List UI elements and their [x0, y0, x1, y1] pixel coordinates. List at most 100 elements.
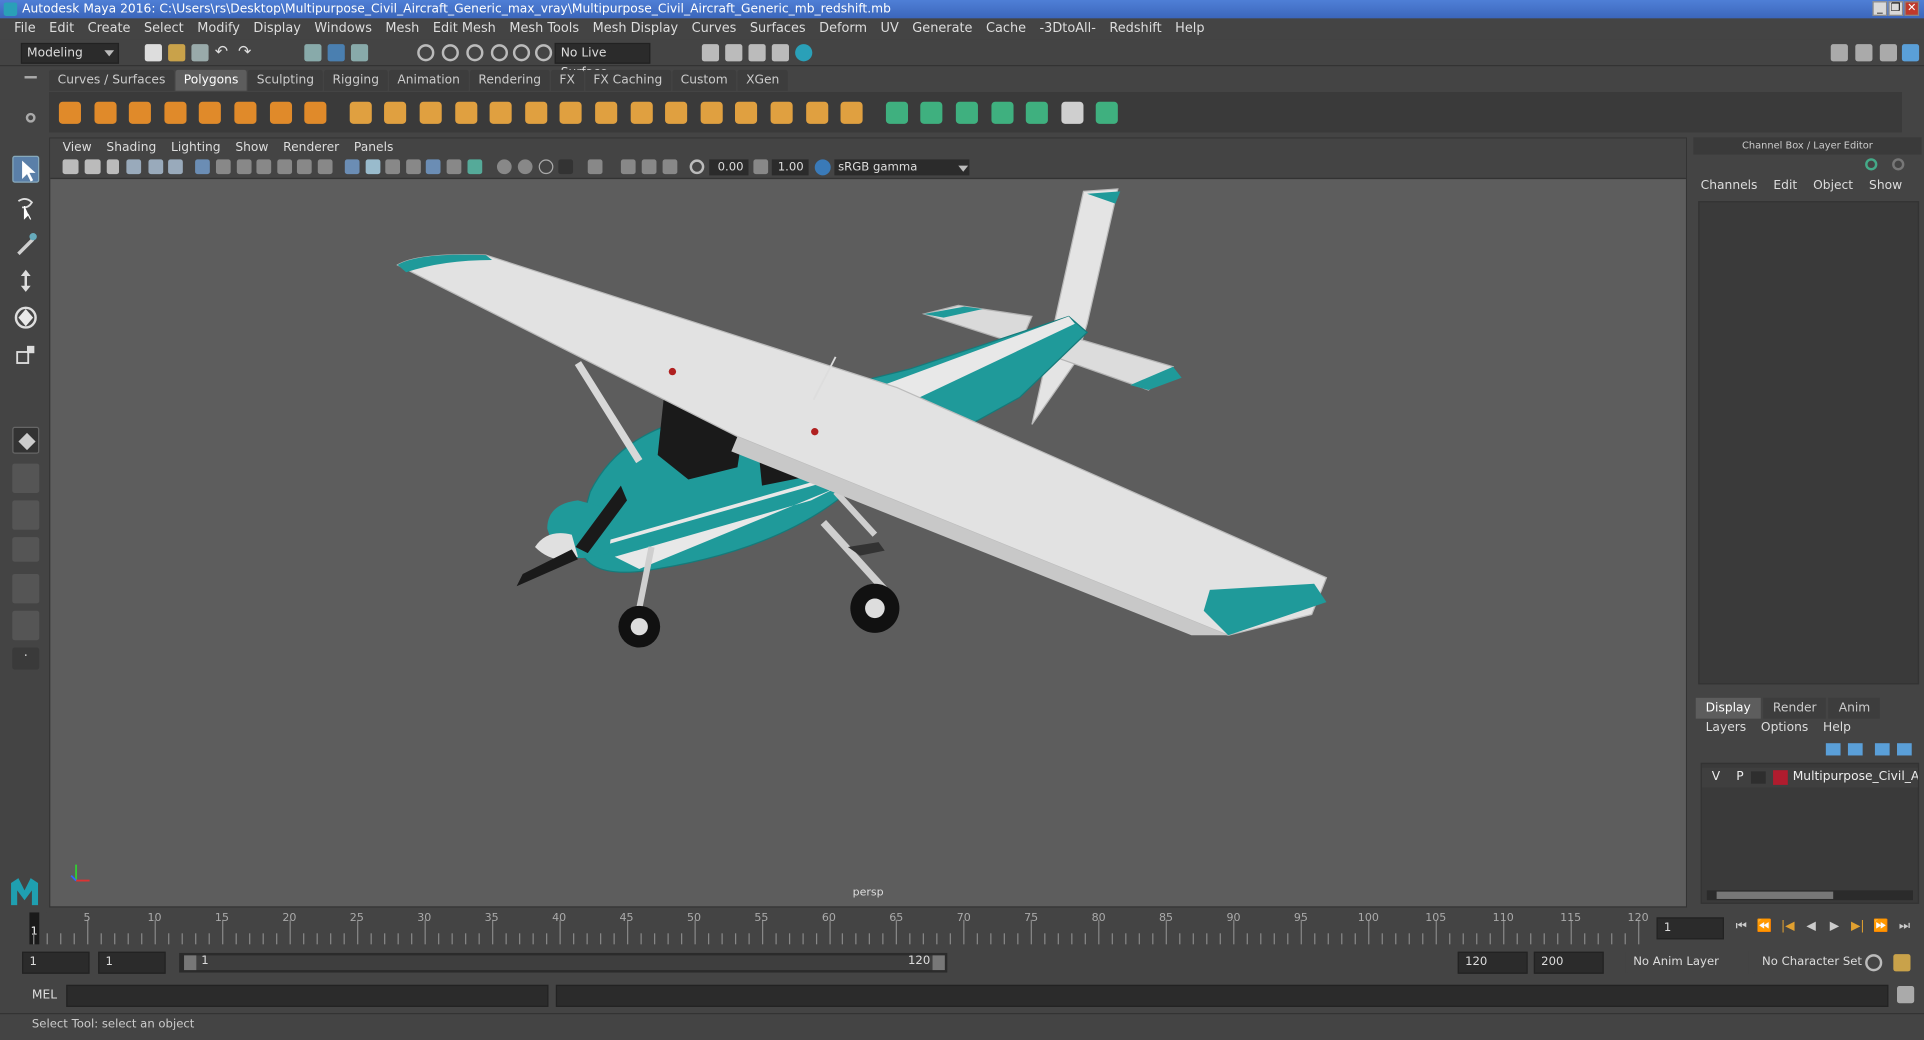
command-input[interactable] [66, 984, 549, 1007]
snap-vertex-icon[interactable] [534, 44, 553, 62]
image-plane-icon[interactable] [126, 159, 142, 175]
mode-dropdown[interactable]: Modeling [20, 42, 120, 64]
save-scene-icon[interactable] [191, 44, 209, 62]
tool-settings-icon[interactable] [1879, 44, 1898, 62]
play-forwards-icon[interactable]: ▶ [1826, 920, 1843, 935]
aircraft-model[interactable] [50, 179, 1686, 890]
snap-surface-icon[interactable] [512, 44, 531, 62]
snap-view-icon[interactable] [490, 44, 508, 62]
checker-icon[interactable] [1061, 101, 1084, 124]
smooth-shade-icon[interactable] [365, 159, 381, 175]
ambient-occlusion-icon[interactable] [467, 159, 483, 175]
poly-pipe-icon[interactable] [304, 101, 327, 124]
layer-playback-toggle[interactable]: P [1736, 768, 1743, 788]
mirror-icon[interactable] [524, 101, 548, 124]
tab-custom[interactable]: Custom [672, 69, 737, 91]
go-to-end-icon[interactable]: ⏭ [1896, 920, 1913, 935]
select-object-icon[interactable] [327, 44, 345, 62]
menu-mesh-tools[interactable]: Mesh Tools [503, 18, 586, 39]
uv-layout-icon[interactable] [1096, 101, 1119, 124]
snap-grid-icon[interactable] [417, 44, 435, 62]
viewport-menu-panels[interactable]: Panels [347, 139, 401, 157]
render-settings-icon[interactable] [748, 44, 766, 62]
xray-components-icon[interactable] [641, 159, 657, 175]
menu-redshift[interactable]: Redshift [1103, 18, 1169, 39]
extract-icon[interactable] [419, 101, 442, 124]
poly-torus-icon[interactable] [234, 101, 257, 124]
collapse-icon[interactable] [840, 101, 863, 124]
xray-joints-icon[interactable] [620, 159, 636, 175]
scale-tool-icon[interactable] [12, 341, 39, 368]
shelf-options-icon[interactable] [25, 112, 36, 123]
ipr-render-icon[interactable] [725, 44, 743, 62]
channel-box-area[interactable] [1698, 201, 1920, 685]
layer-tab-display[interactable]: Display [1695, 697, 1761, 719]
target-weld-icon[interactable] [805, 101, 828, 124]
channel-box-menu-channels[interactable]: Channels [1701, 179, 1758, 192]
viewport-menu-show[interactable]: Show [228, 139, 276, 157]
cylindrical-map-icon[interactable] [920, 101, 943, 124]
menu-surfaces[interactable]: Surfaces [743, 18, 812, 39]
viewport-menu-lighting[interactable]: Lighting [164, 139, 228, 157]
persp-outliner-layout-icon[interactable] [12, 500, 40, 530]
select-tool-icon[interactable] [12, 155, 40, 183]
automatic-map-icon[interactable] [990, 101, 1014, 124]
poly-cone-icon[interactable] [164, 101, 187, 124]
layer-menu-options[interactable]: Options [1761, 721, 1808, 734]
wireframe-on-shaded-icon[interactable] [385, 159, 401, 175]
tab-rigging[interactable]: Rigging [323, 69, 388, 91]
xray-icon[interactable] [587, 159, 603, 175]
menu-file[interactable]: File [7, 18, 42, 39]
isolate-select-icon[interactable] [558, 159, 574, 175]
lasso-tool-icon[interactable] [12, 194, 39, 221]
animation-preferences-icon[interactable] [1893, 954, 1911, 972]
select-hierarchy-icon[interactable] [304, 44, 322, 62]
textured-icon[interactable] [406, 159, 421, 175]
step-forward-key-icon[interactable]: ⏩ [1872, 920, 1889, 935]
layer-tab-anim[interactable]: Anim [1828, 697, 1881, 719]
four-view-layout-icon[interactable] [12, 463, 40, 494]
menu-uv[interactable]: UV [874, 18, 906, 39]
viewport-menu-shading[interactable]: Shading [99, 139, 164, 157]
layer-scrollbar[interactable] [1706, 890, 1913, 901]
tab-fx-caching[interactable]: FX Caching [584, 69, 671, 91]
resolution-gate-icon[interactable] [236, 159, 252, 175]
grid-icon[interactable] [195, 159, 210, 175]
poly-sphere-icon[interactable] [58, 101, 81, 124]
viewport-menu-renderer[interactable]: Renderer [276, 139, 347, 157]
layer-display-type[interactable] [1750, 771, 1766, 784]
extrude-icon[interactable] [595, 101, 618, 124]
merge-icon[interactable] [700, 101, 723, 124]
bookmark-icon[interactable] [106, 159, 120, 175]
menu-mesh[interactable]: Mesh [379, 18, 426, 39]
field-chart-icon[interactable] [277, 159, 293, 175]
poly-pyramid-icon[interactable] [269, 101, 292, 124]
shadows-icon[interactable] [446, 159, 462, 175]
new-scene-icon[interactable] [144, 44, 162, 62]
shelf-menu-icon[interactable] [24, 76, 37, 79]
menu-cache[interactable]: Cache [979, 18, 1033, 39]
multi-cut-icon[interactable] [735, 101, 758, 124]
depth-of-field-icon[interactable] [538, 159, 554, 175]
film-gate-icon[interactable] [215, 159, 231, 175]
snap-point-icon[interactable] [466, 44, 484, 62]
two-d-pan-icon[interactable] [148, 159, 164, 175]
auto-key-icon[interactable] [1865, 954, 1883, 972]
channel-box-toggle-icon[interactable] [1901, 44, 1920, 62]
tab-curves-surfaces[interactable]: Curves / Surfaces [49, 69, 174, 91]
tab-xgen[interactable]: XGen [737, 69, 788, 91]
new-layer-selected-icon[interactable] [1897, 743, 1912, 756]
current-frame-field[interactable]: 1 [1656, 917, 1724, 940]
tab-animation[interactable]: Animation [388, 69, 469, 91]
uv-editor-icon[interactable] [1026, 101, 1049, 124]
color-space-dropdown[interactable]: sRGB gamma [834, 159, 970, 176]
snap-curve-icon[interactable] [441, 44, 459, 62]
step-back-key-icon[interactable]: ⏪ [1756, 920, 1773, 935]
step-forward-frame-icon[interactable]: ▶| [1849, 920, 1866, 935]
bridge-icon[interactable] [560, 101, 583, 124]
layer-menu-layers[interactable]: Layers [1706, 721, 1747, 734]
menu-edit[interactable]: Edit [42, 18, 80, 39]
smooth-icon[interactable] [454, 101, 477, 124]
menu-curves[interactable]: Curves [685, 18, 743, 39]
command-language-label[interactable]: MEL [32, 988, 57, 1001]
